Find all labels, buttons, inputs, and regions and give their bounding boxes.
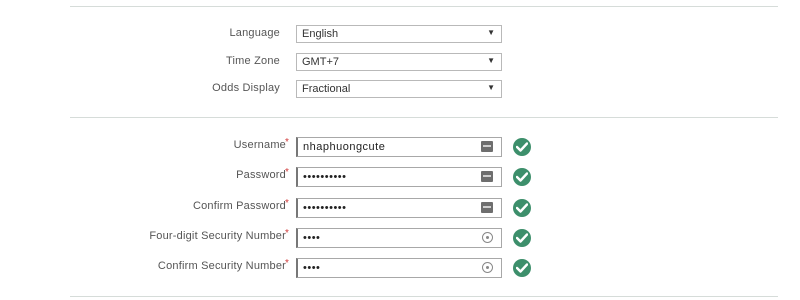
required-marker: * <box>285 228 289 239</box>
check-circle-icon <box>513 259 531 277</box>
confirm-password-row: Confirm Password * •••••••••• <box>0 198 800 218</box>
password-row: Password * •••••••••• <box>0 167 800 187</box>
required-marker: * <box>285 167 289 178</box>
keyboard-icon[interactable] <box>481 202 493 213</box>
divider-middle <box>70 117 778 118</box>
confirm-security-number-row: Confirm Security Number * •••• <box>0 258 800 278</box>
check-circle-icon <box>513 229 531 247</box>
security-number-value: •••• <box>303 232 321 244</box>
language-select[interactable]: English ▼ <box>296 25 502 43</box>
language-row: Language English ▼ <box>0 25 800 45</box>
password-label: Password <box>236 169 286 181</box>
language-value: English <box>302 28 339 40</box>
check-circle-icon <box>513 168 531 186</box>
security-number-field[interactable]: •••• <box>296 228 502 248</box>
chevron-down-icon: ▼ <box>487 83 495 92</box>
confirm-password-label: Confirm Password <box>192 200 286 212</box>
username-label: Username <box>233 139 286 151</box>
confirm-security-number-value: •••• <box>303 262 321 274</box>
check-circle-icon <box>513 199 531 217</box>
eye-icon[interactable] <box>482 232 493 243</box>
security-number-row: Four-digit Security Number * •••• <box>0 228 800 248</box>
odds-display-select[interactable]: Fractional ▼ <box>296 80 502 98</box>
eye-icon[interactable] <box>482 262 493 273</box>
chevron-down-icon: ▼ <box>487 56 495 65</box>
language-label: Language <box>229 27 280 39</box>
confirm-password-field[interactable]: •••••••••• <box>296 198 502 218</box>
confirm-security-number-field[interactable]: •••• <box>296 258 502 278</box>
chevron-down-icon: ▼ <box>487 28 495 37</box>
odds-display-row: Odds Display Fractional ▼ <box>0 80 800 100</box>
time-zone-row: Time Zone GMT+7 ▼ <box>0 53 800 73</box>
time-zone-select[interactable]: GMT+7 ▼ <box>296 53 502 71</box>
confirm-security-number-label: Confirm Security Number <box>157 260 286 272</box>
odds-display-label: Odds Display <box>212 82 280 94</box>
time-zone-label: Time Zone <box>226 55 280 67</box>
username-row: Username * nhaphuongcute <box>0 137 800 157</box>
time-zone-value: GMT+7 <box>302 56 339 68</box>
odds-display-value: Fractional <box>302 83 351 95</box>
password-field[interactable]: •••••••••• <box>296 167 502 187</box>
check-circle-icon <box>513 138 531 156</box>
required-marker: * <box>285 258 289 269</box>
divider-top <box>70 6 778 7</box>
registration-form: Language English ▼ Time Zone GMT+7 ▼ Odd… <box>0 0 800 300</box>
keyboard-icon[interactable] <box>481 171 493 182</box>
username-value: nhaphuongcute <box>303 141 386 153</box>
divider-bottom <box>70 296 778 297</box>
confirm-password-value: •••••••••• <box>303 202 347 214</box>
security-number-label: Four-digit Security Number <box>149 230 286 242</box>
required-marker: * <box>285 198 289 209</box>
required-marker: * <box>285 137 289 148</box>
password-value: •••••••••• <box>303 171 347 183</box>
keyboard-icon[interactable] <box>481 141 493 152</box>
username-field[interactable]: nhaphuongcute <box>296 137 502 157</box>
